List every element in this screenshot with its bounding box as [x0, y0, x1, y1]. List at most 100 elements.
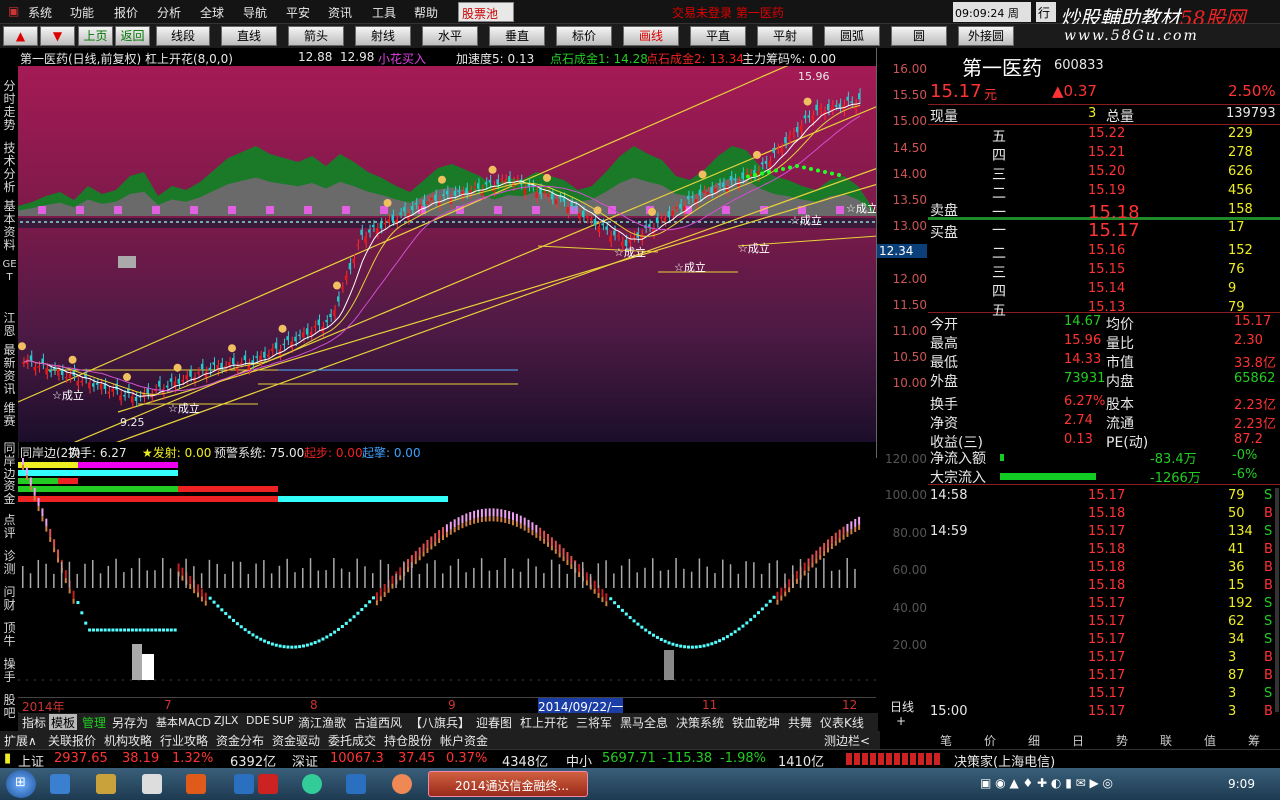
tab-item[interactable]: 机构攻略 [102, 732, 154, 748]
back-button[interactable]: 返回 [115, 26, 150, 46]
tab-item[interactable]: 扩展∧ [2, 732, 39, 748]
start-button[interactable]: ⊞ [6, 770, 36, 798]
tab-item[interactable]: 铁血乾坤 [730, 714, 782, 730]
tab-item[interactable]: 古道西风 [352, 714, 404, 730]
tab-item[interactable]: 行业攻略 [158, 732, 210, 748]
side-panel-toggle[interactable]: 测边栏< [822, 732, 872, 748]
tab-add-button[interactable]: + [894, 714, 908, 730]
sidebar-item[interactable]: 点评 [1, 514, 18, 540]
tool-button[interactable]: 圆 [891, 26, 947, 46]
extra-button[interactable]: 行 [1036, 2, 1056, 22]
tab-item[interactable]: 共舞 [786, 714, 814, 730]
firefox-icon[interactable] [392, 774, 412, 794]
menu-item[interactable]: 工具 [372, 4, 396, 21]
quote-tab[interactable]: 筹 [1248, 732, 1260, 749]
sidebar-item[interactable]: 操手 [1, 658, 18, 684]
sidebar-item[interactable]: 分时走势 [1, 80, 18, 132]
sidebar-item[interactable]: 最新资讯 [1, 344, 18, 396]
tab-item[interactable]: 关联报价 [46, 732, 98, 748]
quote-tab[interactable]: 日 [1072, 732, 1084, 749]
chrome-icon[interactable] [302, 774, 322, 794]
quote-tab[interactable]: 细 [1028, 732, 1040, 749]
tab-item[interactable]: 【八旗兵】 [408, 714, 472, 730]
arrow-down-button[interactable]: ▼ [40, 26, 75, 46]
tab-item[interactable]: 资金驱动 [270, 732, 322, 748]
tool-button[interactable]: 外接圆 [958, 26, 1014, 46]
app-icon[interactable] [346, 774, 366, 794]
sidebar-item[interactable]: 基本资料 [1, 200, 18, 252]
tab-item[interactable]: 三将军 [574, 714, 614, 730]
tab-item[interactable]: 持仓股份 [382, 732, 434, 748]
tab-item[interactable]: 黑马全息 [618, 714, 670, 730]
menu-item[interactable]: 系统 [28, 4, 52, 21]
menu-item[interactable]: 报价 [114, 4, 138, 21]
quote-tab[interactable]: 势 [1116, 732, 1128, 749]
tool-button[interactable]: 箭头 [288, 26, 344, 46]
tool-button[interactable]: 圆弧 [824, 26, 880, 46]
price-chart[interactable]: 15.96 9.25 ☆成立 ☆成立 ☆成立 ☆成立 ☆成立 ☆成立 ☆成立 [18, 66, 878, 442]
menu-item[interactable]: 功能 [70, 4, 94, 21]
media-icon[interactable] [142, 774, 162, 794]
menu-item[interactable]: 分析 [157, 4, 181, 21]
sidebar-item[interactable]: 同岸边 [1, 442, 18, 481]
quote-tab[interactable]: 价 [984, 732, 996, 749]
tab-item[interactable]: 资金分布 [214, 732, 266, 748]
tab-item[interactable]: 指标 [20, 714, 48, 730]
tab-item[interactable]: 基本MACD [154, 714, 213, 730]
tool-button[interactable]: 线段 [156, 26, 210, 46]
app-icon[interactable] [234, 774, 254, 794]
menu-item[interactable]: 平安 [286, 4, 310, 21]
menu-item[interactable]: 帮助 [414, 4, 438, 21]
office-icon[interactable] [186, 774, 206, 794]
sidebar-item[interactable]: 资金 [1, 480, 18, 506]
indicator-chart[interactable] [18, 458, 878, 698]
ie-icon[interactable] [50, 774, 70, 794]
tab-item[interactable]: 滴江渔歌 [296, 714, 348, 730]
tab-item[interactable]: 帐户资金 [438, 732, 490, 748]
quote-tab[interactable]: 联 [1160, 732, 1172, 749]
tool-button[interactable]: 垂直 [489, 26, 545, 46]
tab-item[interactable]: ZJLX [212, 714, 240, 730]
menu-item[interactable]: 全球 [200, 4, 224, 21]
sidebar-item[interactable]: 诊测 [1, 550, 18, 576]
tab-item[interactable]: 决策系统 [674, 714, 726, 730]
tab-item[interactable]: 另存为 [110, 714, 150, 730]
tab-item[interactable]: 委托成交 [326, 732, 378, 748]
sidebar-item[interactable]: 江恩 [1, 312, 18, 338]
prev-page-button[interactable]: 上页 [78, 26, 113, 46]
timeframe-label[interactable]: 日线 [877, 698, 927, 715]
tab-item[interactable]: 模板 [49, 714, 78, 730]
tool-button[interactable]: 标价 [556, 26, 612, 46]
tool-button[interactable]: 射线 [355, 26, 411, 46]
tool-button[interactable]: 水平 [422, 26, 478, 46]
taskbar-active-app[interactable]: 2014通达信金融终... [428, 771, 588, 797]
sidebar-item[interactable]: 股吧 [1, 694, 18, 720]
tool-button[interactable]: 画线 [623, 26, 679, 46]
tab-item[interactable]: 迎春图 [474, 714, 514, 730]
tick-scrollbar[interactable] [1275, 488, 1279, 712]
app-icon[interactable]: ▣ [8, 4, 19, 18]
sidebar-item[interactable]: 顶牛 [1, 622, 18, 648]
quote-tab[interactable]: 笔 [940, 732, 952, 749]
tool-button[interactable]: 直线 [221, 26, 277, 46]
sidebar-item[interactable]: GET [1, 258, 18, 284]
sidebar-item[interactable]: 维赛 [1, 402, 18, 428]
ind-dot [274, 643, 278, 647]
tab-item[interactable]: DDE [244, 714, 272, 730]
menu-item[interactable]: 导航 [243, 4, 267, 21]
tool-button[interactable]: 平射 [757, 26, 813, 46]
tab-item[interactable]: SUP [270, 714, 296, 730]
folder-icon[interactable] [96, 774, 116, 794]
app-icon[interactable] [258, 774, 278, 794]
tool-button[interactable]: 平直 [690, 26, 746, 46]
menu-item[interactable]: 资讯 [328, 4, 352, 21]
tab-item[interactable]: 仪表K线 [818, 714, 866, 730]
stat-value: 2.23亿 [1234, 417, 1276, 432]
stock-pool-button[interactable]: 股票池 ⊕ [458, 2, 514, 36]
sidebar-item[interactable]: 技术分析 [1, 142, 18, 194]
arrow-up-button[interactable]: ▲ [3, 26, 38, 46]
quote-tab[interactable]: 值 [1204, 732, 1216, 749]
tab-item[interactable]: 管理 [80, 714, 108, 730]
sidebar-item[interactable]: 问财 [1, 586, 18, 612]
tab-item[interactable]: 杠上开花 [518, 714, 570, 730]
